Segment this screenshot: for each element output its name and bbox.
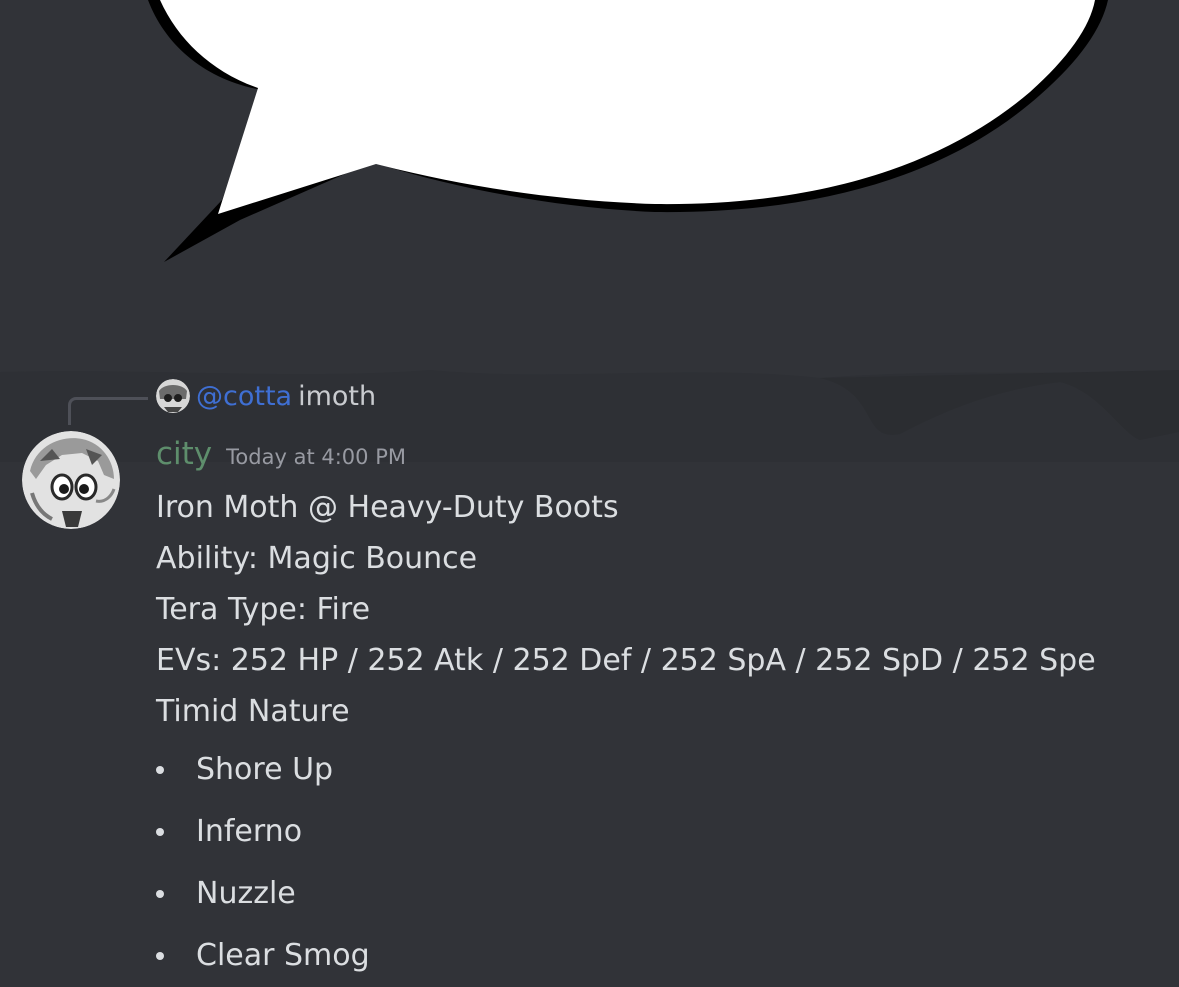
bullet-icon xyxy=(156,766,164,774)
author-username[interactable]: city xyxy=(156,436,212,472)
reply-mention[interactable]: @cotta xyxy=(196,381,292,412)
author-avatar[interactable] xyxy=(22,431,120,529)
speech-bubble-overlay xyxy=(148,0,1108,262)
message-header: city Today at 4:00 PM xyxy=(156,436,1179,476)
message-line: Ability: Magic Bounce xyxy=(156,541,478,576)
message-line: Timid Nature xyxy=(156,694,350,729)
list-item: Shore Up xyxy=(156,739,1179,801)
move-name: Nuzzle xyxy=(196,876,296,911)
move-name: Inferno xyxy=(196,814,303,849)
bullet-icon xyxy=(156,952,164,960)
bullet-icon xyxy=(156,890,164,898)
message-line: Iron Moth @ Heavy-Duty Boots xyxy=(156,490,619,525)
speech-bubble-fill xyxy=(160,0,1095,214)
move-name: Clear Smog xyxy=(196,938,370,973)
message-line: Tera Type: Fire xyxy=(156,592,371,627)
reply-text[interactable]: imoth xyxy=(298,381,376,412)
chat-message: city Today at 4:00 PM Iron Moth @ Heavy-… xyxy=(156,436,1179,987)
list-item: Nuzzle xyxy=(156,863,1179,925)
move-name: Shore Up xyxy=(196,752,334,787)
message-line: EVs: 252 HP / 252 Atk / 252 Def / 252 Sp… xyxy=(156,643,1096,678)
list-item: Inferno xyxy=(156,801,1179,863)
reply-preview[interactable]: @cotta imoth xyxy=(156,379,376,413)
message-timestamp[interactable]: Today at 4:00 PM xyxy=(226,445,406,469)
moves-list: Shore Up Inferno Nuzzle Clear Smog xyxy=(156,739,1179,987)
list-item: Clear Smog xyxy=(156,925,1179,987)
bullet-icon xyxy=(156,828,164,836)
reply-connector-line xyxy=(68,397,148,425)
reply-avatar[interactable] xyxy=(156,379,190,413)
